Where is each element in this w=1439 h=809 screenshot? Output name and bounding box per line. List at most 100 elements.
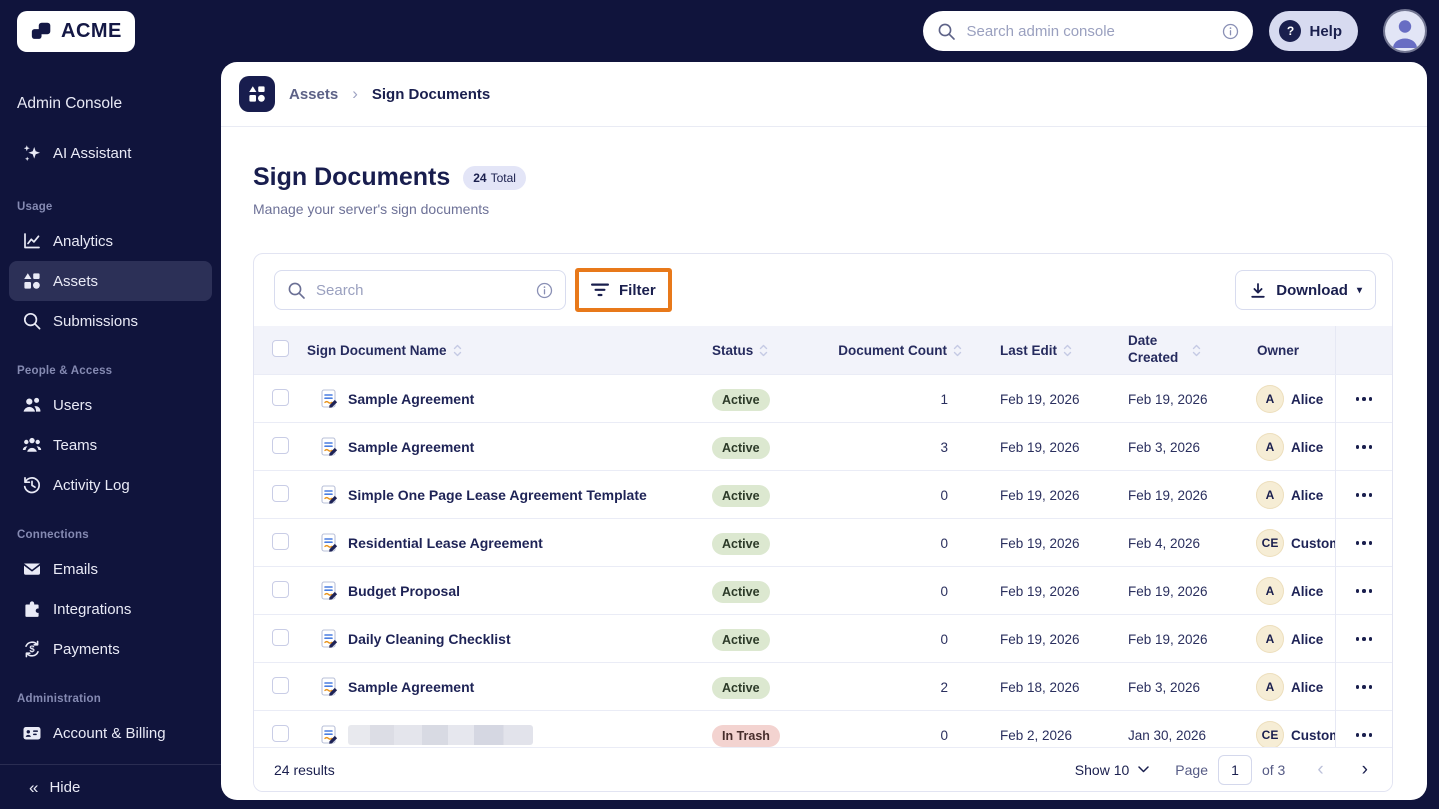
- chevron-right-icon: ›: [352, 84, 358, 103]
- currency-cycle-icon: $: [22, 639, 42, 659]
- help-button[interactable]: ? Help: [1269, 11, 1358, 51]
- table-row: In Trash 0 Feb 2, 2026 Jan 30, 2026 CE C…: [254, 710, 1392, 747]
- owner-avatar: A: [1256, 385, 1284, 413]
- status-badge: Active: [712, 628, 770, 651]
- filter-button[interactable]: Filter: [580, 272, 667, 308]
- show-per-page-label: Show 10: [1074, 761, 1130, 778]
- document-name[interactable]: Residential Lease Agreement: [348, 535, 543, 551]
- row-actions-menu-button[interactable]: [1350, 535, 1379, 551]
- row-actions-menu-button[interactable]: [1350, 583, 1379, 599]
- user-avatar[interactable]: [1385, 11, 1425, 51]
- row-actions-menu-button[interactable]: [1350, 391, 1379, 407]
- row-checkbox[interactable]: [272, 629, 289, 646]
- sidebar-item-label: Integrations: [53, 600, 132, 618]
- download-label: Download: [1276, 281, 1348, 299]
- chevron-down-icon: [1138, 766, 1150, 773]
- document-count: 0: [940, 631, 948, 647]
- row-actions-menu-button[interactable]: [1350, 727, 1379, 743]
- document-name[interactable]: Sample Agreement: [348, 391, 474, 407]
- double-chevron-left-icon: «: [29, 777, 39, 797]
- last-edit-date: Feb 19, 2026: [1000, 535, 1080, 551]
- document-name[interactable]: Sample Agreement: [348, 679, 474, 695]
- sort-icon[interactable]: [1063, 344, 1072, 357]
- breadcrumb-assets-link[interactable]: Assets: [289, 86, 338, 103]
- download-button[interactable]: Download ▾: [1235, 270, 1376, 310]
- sidebar-item-label: Submissions: [53, 312, 139, 330]
- row-checkbox[interactable]: [272, 485, 289, 502]
- sidebar-item-assets[interactable]: Assets: [9, 261, 212, 301]
- status-badge: Active: [712, 388, 770, 411]
- document-count: 0: [940, 535, 948, 551]
- document-name[interactable]: Daily Cleaning Checklist: [348, 631, 511, 647]
- users-icon: [22, 395, 42, 415]
- row-checkbox[interactable]: [272, 725, 289, 742]
- sidebar-collapse-button[interactable]: « Hide: [0, 764, 221, 809]
- row-actions-menu-button[interactable]: [1350, 679, 1379, 695]
- column-header-date-created[interactable]: Date Created: [1114, 333, 1249, 367]
- topbar: ACME ? Help: [0, 0, 1439, 62]
- document-name[interactable]: Simple One Page Lease Agreement Template: [348, 487, 647, 503]
- hide-label: Hide: [49, 778, 81, 796]
- sidebar-item-submissions[interactable]: Submissions: [9, 301, 212, 341]
- sort-icon[interactable]: [453, 344, 462, 357]
- admin-search-input[interactable]: [966, 22, 1213, 40]
- brand-logo[interactable]: ACME: [17, 10, 135, 52]
- owner-avatar: CE: [1256, 721, 1284, 747]
- document-name[interactable]: [348, 725, 533, 745]
- owner-name: Customer: [1291, 727, 1335, 743]
- document-count: 1: [940, 391, 948, 407]
- row-actions-menu-button[interactable]: [1350, 631, 1379, 647]
- sidebar-item-activity-log[interactable]: Activity Log: [9, 465, 212, 505]
- chevron-down-icon: ▾: [1356, 284, 1362, 296]
- table-search-bar[interactable]: [274, 270, 566, 310]
- status-badge: Active: [712, 676, 770, 699]
- next-page-button[interactable]: ›: [1356, 758, 1374, 781]
- sidebar-item-teams[interactable]: Teams: [9, 425, 212, 465]
- history-clock-icon: [22, 475, 42, 495]
- sign-document-icon: [320, 725, 339, 745]
- sidebar-item-emails[interactable]: Emails: [9, 549, 212, 589]
- breadcrumb: Assets › Sign Documents: [221, 62, 1427, 127]
- column-header-document-count[interactable]: Document Count: [829, 343, 964, 358]
- page-subtitle: Manage your server's sign documents: [253, 201, 490, 217]
- document-name[interactable]: Sample Agreement: [348, 439, 474, 455]
- total-count: 24: [473, 170, 487, 185]
- column-header-status[interactable]: Status: [704, 343, 829, 358]
- column-header-owner: Owner: [1257, 342, 1300, 358]
- owner-name: Alice: [1291, 583, 1324, 599]
- sidebar-item-integrations[interactable]: Integrations: [9, 589, 212, 629]
- row-checkbox[interactable]: [272, 389, 289, 406]
- row-checkbox[interactable]: [272, 437, 289, 454]
- row-checkbox[interactable]: [272, 677, 289, 694]
- sidebar-item-ai-assistant[interactable]: AI Assistant: [9, 133, 212, 173]
- row-checkbox[interactable]: [272, 581, 289, 598]
- select-all-checkbox[interactable]: [272, 340, 289, 357]
- info-icon: [536, 282, 553, 299]
- admin-search-bar[interactable]: [923, 11, 1254, 51]
- sort-icon[interactable]: [1192, 344, 1201, 357]
- previous-page-button[interactable]: ‹: [1311, 758, 1329, 781]
- search-icon: [937, 22, 956, 41]
- sidebar-item-users[interactable]: Users: [9, 385, 212, 425]
- row-actions-menu-button[interactable]: [1350, 439, 1379, 455]
- help-label: Help: [1309, 22, 1342, 40]
- row-actions-menu-button[interactable]: [1350, 487, 1379, 503]
- column-header-name[interactable]: Sign Document Name: [307, 343, 704, 358]
- last-edit-date: Feb 19, 2026: [1000, 391, 1080, 407]
- document-name[interactable]: Budget Proposal: [348, 583, 460, 599]
- show-per-page-select[interactable]: Show 10: [1074, 761, 1150, 778]
- sidebar-item-label: Activity Log: [53, 476, 130, 494]
- sidebar-item-analytics[interactable]: Analytics: [9, 221, 212, 261]
- sidebar-item-account-billing[interactable]: Account & Billing: [9, 713, 212, 753]
- sort-icon[interactable]: [953, 344, 962, 357]
- sidebar-item-payments[interactable]: $ Payments: [9, 629, 212, 669]
- owner-name: Alice: [1291, 391, 1324, 407]
- table-search-input[interactable]: [316, 281, 526, 299]
- page-number-input[interactable]: [1217, 754, 1252, 785]
- column-header-last-edit[interactable]: Last Edit: [964, 343, 1114, 358]
- last-edit-date: Feb 19, 2026: [1000, 583, 1080, 599]
- sort-icon[interactable]: [759, 344, 768, 357]
- brand-logo-icon: [30, 19, 54, 43]
- row-checkbox[interactable]: [272, 533, 289, 550]
- sign-document-icon: [320, 437, 339, 457]
